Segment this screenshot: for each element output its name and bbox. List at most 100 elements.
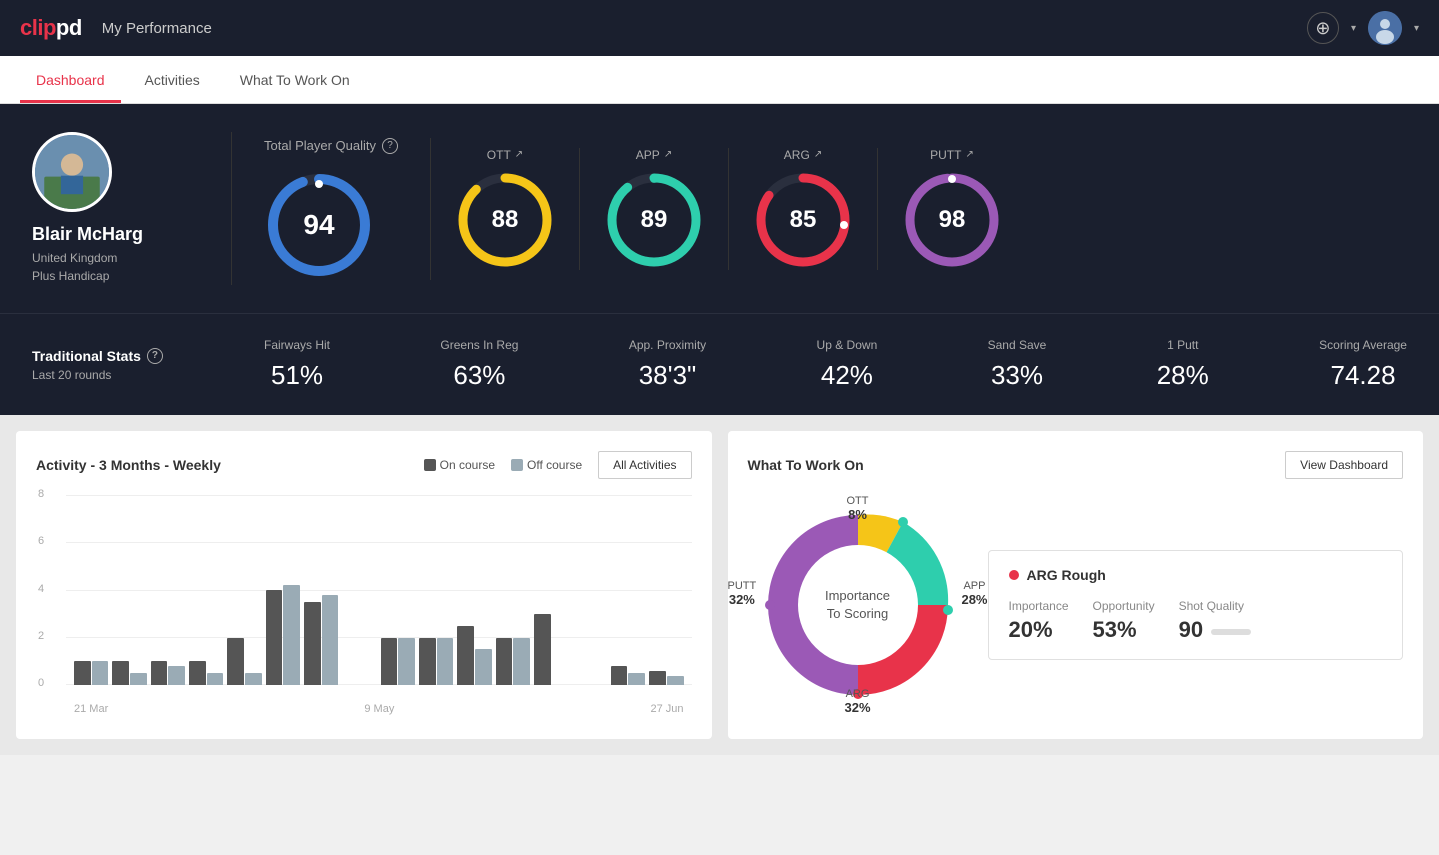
stats-help-icon[interactable]: ? xyxy=(147,348,163,364)
avatar[interactable] xyxy=(1368,11,1402,45)
view-dashboard-button[interactable]: View Dashboard xyxy=(1285,451,1403,479)
bars-container xyxy=(66,495,692,685)
bar-on-3 xyxy=(189,661,206,685)
detail-dot xyxy=(1009,570,1019,580)
dot-app xyxy=(898,517,908,527)
score-app-label: APP ↗ xyxy=(636,148,672,162)
total-gauge: 94 xyxy=(264,170,374,280)
what-to-work-on-card: What To Work On View Dashboard xyxy=(728,431,1424,739)
bar-off-15 xyxy=(667,676,684,686)
wtwon-title: What To Work On xyxy=(748,457,864,473)
bar-group-5 xyxy=(266,585,300,685)
putt-arrow: ↗ xyxy=(965,149,973,160)
bar-off-9 xyxy=(437,638,454,686)
logo-clip: clip xyxy=(20,15,56,40)
detail-card-title: ARG Rough xyxy=(1009,567,1383,583)
wtwon-right: ARG Rough Importance 20% Opportunity 53%… xyxy=(988,550,1404,660)
hero-section: Blair McHarg United Kingdom Plus Handica… xyxy=(0,104,1439,313)
score-ott: OTT ↗ 88 xyxy=(431,148,580,270)
bar-on-2 xyxy=(151,661,168,685)
stat-sandsave: Sand Save 33% xyxy=(988,338,1047,391)
stat-proximity: App. Proximity 38'3" xyxy=(629,338,706,391)
score-ott-label: OTT ↗ xyxy=(487,148,523,162)
bar-off-3 xyxy=(207,673,224,685)
quality-section: Total Player Quality ? 94 OTT ↗ xyxy=(232,138,1407,280)
stats-values: Fairways Hit 51% Greens In Reg 63% App. … xyxy=(232,338,1407,391)
logo-pd: pd xyxy=(56,15,82,40)
score-putt: PUTT ↗ 98 xyxy=(878,148,1026,270)
stat-fairways: Fairways Hit 51% xyxy=(264,338,330,391)
stat-greens-value: 63% xyxy=(453,360,505,391)
app-value: 89 xyxy=(641,206,668,234)
bar-group-6 xyxy=(304,595,338,685)
bar-group-2 xyxy=(151,661,185,685)
shot-quality-value: 90 xyxy=(1179,617,1203,643)
traditional-stats: Traditional Stats ? Last 20 rounds Fairw… xyxy=(0,313,1439,415)
bar-group-1 xyxy=(112,661,146,685)
total-quality: Total Player Quality ? 94 xyxy=(264,138,431,280)
avatar-image xyxy=(1368,11,1402,45)
legend-on-dot xyxy=(424,459,436,471)
player-country: United Kingdom xyxy=(32,249,117,267)
bar-off-4 xyxy=(245,673,262,685)
stat-oneputt: 1 Putt 28% xyxy=(1157,338,1209,391)
bar-on-0 xyxy=(74,661,91,685)
tab-dashboard[interactable]: Dashboard xyxy=(20,72,121,103)
score-app: APP ↗ 89 xyxy=(580,148,729,270)
bar-on-11 xyxy=(496,638,513,686)
logo[interactable]: clippd xyxy=(20,15,82,41)
importance-value: 20% xyxy=(1009,617,1069,643)
bar-on-6 xyxy=(304,602,321,685)
putt-value: 98 xyxy=(939,206,966,234)
bar-off-5 xyxy=(283,585,300,685)
detail-opportunity: Opportunity 53% xyxy=(1093,599,1155,643)
tab-activities[interactable]: Activities xyxy=(129,72,216,103)
score-arg-label: ARG ↗ xyxy=(784,148,822,162)
arg-value: 85 xyxy=(790,206,817,234)
stats-subtitle: Last 20 rounds xyxy=(32,368,200,382)
player-avatar-image xyxy=(35,132,109,212)
tabs-bar: Dashboard Activities What To Work On xyxy=(0,56,1439,104)
stat-oneputt-name: 1 Putt xyxy=(1167,338,1198,352)
avatar-chevron: ▾ xyxy=(1414,23,1419,34)
stat-scoring: Scoring Average 74.28 xyxy=(1319,338,1407,391)
bar-on-8 xyxy=(381,638,398,686)
player-name: Blair McHarg xyxy=(32,224,143,245)
header-title: My Performance xyxy=(102,20,212,37)
ott-gauge: 88 xyxy=(455,170,555,270)
putt-gauge: 98 xyxy=(902,170,1002,270)
all-activities-button[interactable]: All Activities xyxy=(598,451,691,479)
bar-off-10 xyxy=(475,649,492,685)
player-avatar xyxy=(32,132,112,212)
bar-group-10 xyxy=(457,626,491,685)
help-icon[interactable]: ? xyxy=(382,138,398,154)
label-ott: OTT 8% xyxy=(847,495,869,522)
bar-off-8 xyxy=(398,638,415,686)
bar-group-14 xyxy=(611,666,645,685)
stat-scoring-value: 74.28 xyxy=(1331,360,1396,391)
bar-group-15 xyxy=(649,671,683,685)
shot-quality-label: Shot Quality xyxy=(1179,599,1251,613)
add-icon[interactable]: ⊕ xyxy=(1307,12,1339,44)
arg-arrow: ↗ xyxy=(814,149,822,160)
opportunity-label: Opportunity xyxy=(1093,599,1155,613)
bar-group-3 xyxy=(189,661,223,685)
legend-off-dot xyxy=(511,459,523,471)
bar-off-1 xyxy=(130,673,147,685)
ott-value: 88 xyxy=(492,206,519,234)
stat-fairways-name: Fairways Hit xyxy=(264,338,330,352)
bar-group-12 xyxy=(534,614,568,685)
chart-legend: On course Off course xyxy=(424,458,583,472)
app-arrow: ↗ xyxy=(664,149,672,160)
label-arg: ARG 32% xyxy=(844,688,870,715)
detail-shot-quality: Shot Quality 90 xyxy=(1179,599,1251,643)
stats-label: Traditional Stats ? Last 20 rounds xyxy=(32,348,232,382)
score-arg: ARG ↗ 85 xyxy=(729,148,878,270)
chart-controls: On course Off course All Activities xyxy=(424,451,692,479)
logo-text: clippd xyxy=(20,15,82,41)
tab-what-to-work-on[interactable]: What To Work On xyxy=(224,72,366,103)
legend-on-course: On course xyxy=(424,458,495,472)
score-putt-label: PUTT ↗ xyxy=(930,148,974,162)
dot-app2 xyxy=(943,605,953,615)
bar-group-11 xyxy=(496,638,530,686)
